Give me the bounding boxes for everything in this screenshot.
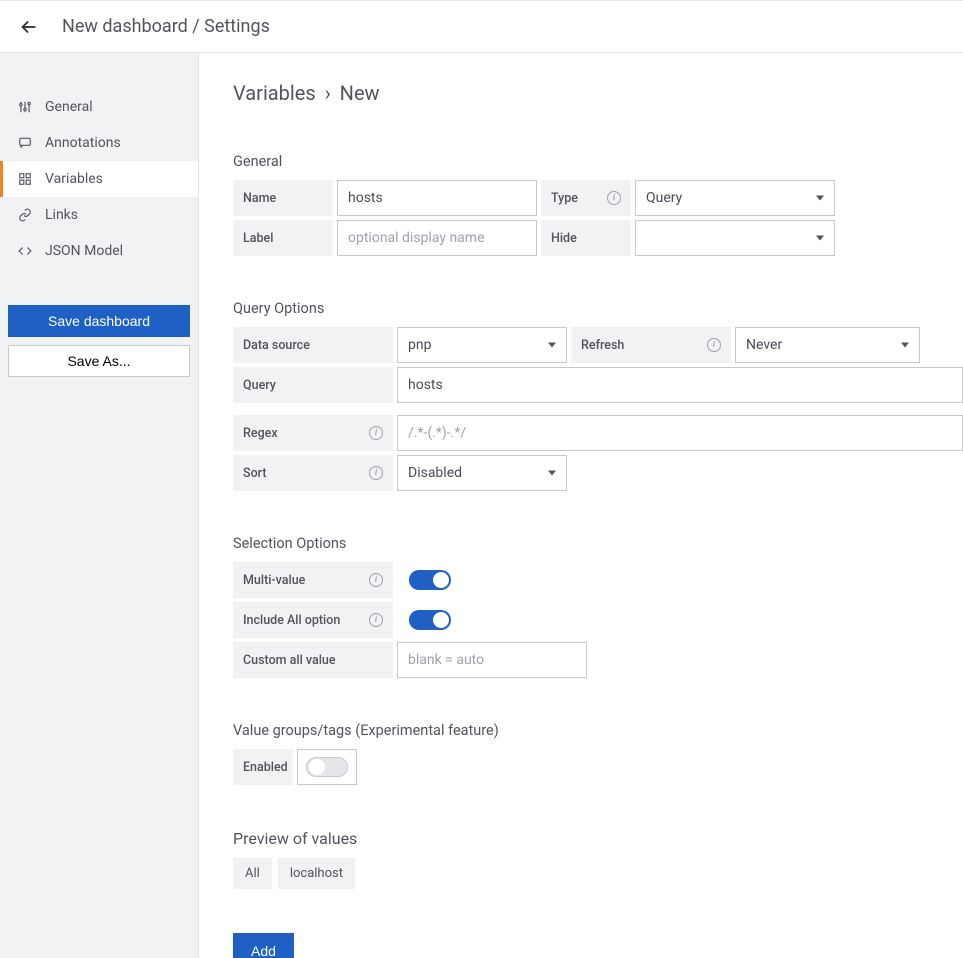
code-icon	[17, 243, 33, 259]
query-input[interactable]	[397, 367, 963, 403]
info-icon[interactable]	[707, 338, 721, 352]
arrow-left-icon	[18, 16, 40, 38]
preview-chip: localhost	[278, 858, 355, 889]
header-title: New dashboard / Settings	[62, 16, 270, 37]
main-content: Variables › New General Name Type Query	[199, 53, 963, 958]
info-icon[interactable]	[369, 466, 383, 480]
name-label: Name	[233, 180, 333, 216]
sidebar-item-label: General	[45, 99, 93, 115]
multi-value-toggle[interactable]	[409, 570, 451, 590]
datasource-select[interactable]: pnp	[397, 327, 567, 363]
regex-input[interactable]	[397, 415, 963, 451]
page-header: New dashboard / Settings	[0, 1, 963, 53]
refresh-label: Refresh	[571, 327, 731, 363]
type-select[interactable]: Query	[635, 180, 835, 216]
sort-label: Sort	[233, 455, 393, 491]
back-button[interactable]	[18, 16, 40, 38]
preview-chip: All	[233, 858, 272, 889]
include-all-toggle[interactable]	[409, 610, 451, 630]
add-button[interactable]: Add	[233, 933, 294, 958]
section-title: Preview of values	[233, 829, 963, 848]
sidebar-item-label: Links	[45, 207, 78, 223]
section-title: General	[233, 153, 963, 170]
refresh-select[interactable]: Never	[735, 327, 920, 363]
label-label: Label	[233, 220, 333, 256]
sort-select[interactable]: Disabled	[397, 455, 567, 491]
type-label: Type	[541, 180, 631, 216]
hide-label: Hide	[541, 220, 631, 256]
section-query-options: Query Options Data source pnp Refresh Ne…	[233, 300, 963, 491]
sidebar-item-links[interactable]: Links	[0, 197, 198, 233]
section-title: Selection Options	[233, 535, 963, 552]
save-as-button[interactable]: Save As...	[8, 345, 190, 377]
sliders-icon	[17, 99, 33, 115]
comment-icon	[17, 135, 33, 151]
save-dashboard-button[interactable]: Save dashboard	[8, 305, 190, 337]
hide-select[interactable]	[635, 220, 835, 256]
section-general: General Name Type Query Label Hide	[233, 153, 963, 256]
sidebar-item-annotations[interactable]: Annotations	[0, 125, 198, 161]
section-title: Value groups/tags (Experimental feature)	[233, 722, 963, 739]
breadcrumb-root: Variables	[233, 81, 316, 105]
query-label: Query	[233, 367, 393, 403]
section-value-groups: Value groups/tags (Experimental feature)…	[233, 722, 963, 785]
include-all-label: Include All option	[233, 602, 393, 638]
custom-all-input[interactable]	[397, 642, 587, 678]
page-title: Variables › New	[233, 81, 963, 105]
info-icon[interactable]	[369, 426, 383, 440]
datasource-label: Data source	[233, 327, 393, 363]
label-input[interactable]	[337, 220, 537, 256]
groups-enabled-toggle[interactable]	[306, 757, 348, 777]
multi-value-label: Multi-value	[233, 562, 393, 598]
grid-icon	[17, 171, 33, 187]
sidebar-item-variables[interactable]: Variables	[0, 161, 198, 197]
info-icon[interactable]	[369, 573, 383, 587]
sidebar-item-label: Variables	[45, 171, 103, 187]
link-icon	[17, 207, 33, 223]
info-icon[interactable]	[369, 613, 383, 627]
section-preview: Preview of values Alllocalhost	[233, 829, 963, 889]
sidebar-item-label: Annotations	[45, 135, 121, 151]
section-title: Query Options	[233, 300, 963, 317]
settings-sidebar: General Annotations Variables	[0, 53, 199, 958]
section-selection-options: Selection Options Multi-value Include Al…	[233, 535, 963, 678]
breadcrumb-leaf: New	[340, 81, 380, 105]
sidebar-item-json-model[interactable]: JSON Model	[0, 233, 198, 269]
info-icon[interactable]	[607, 191, 621, 205]
sidebar-item-label: JSON Model	[45, 243, 123, 259]
enabled-label: Enabled	[233, 749, 293, 785]
breadcrumb-separator: ›	[325, 81, 331, 105]
regex-label: Regex	[233, 415, 393, 451]
sidebar-item-general[interactable]: General	[0, 89, 198, 125]
name-input[interactable]	[337, 180, 537, 216]
custom-all-label: Custom all value	[233, 642, 393, 678]
